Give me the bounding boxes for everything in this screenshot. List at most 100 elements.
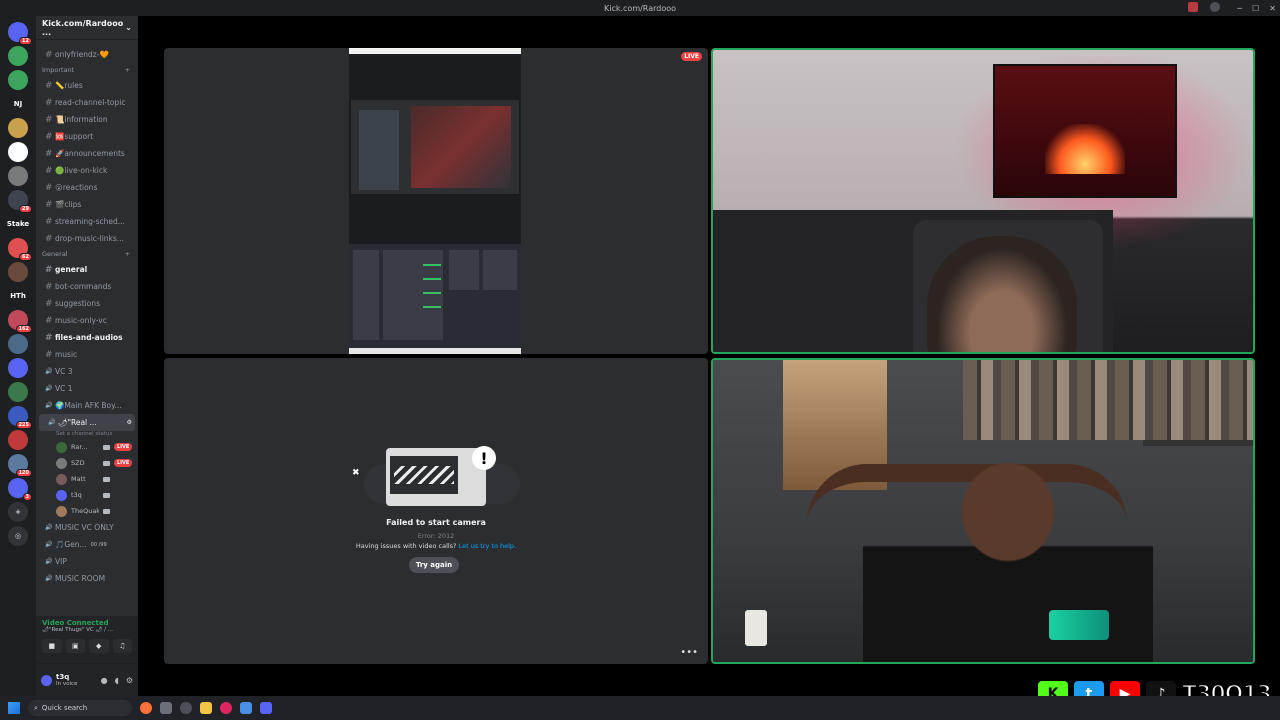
text-channel[interactable]: # 🎬clips <box>36 196 138 213</box>
add-channel-icon[interactable]: + <box>125 250 130 258</box>
server-icon[interactable] <box>8 166 28 186</box>
server-icon[interactable] <box>8 430 28 450</box>
close-icon[interactable]: ✕ <box>1269 4 1276 13</box>
text-channel[interactable]: # 🟢live-on-kick <box>36 162 138 179</box>
text-channel[interactable]: # read-channel-topic <box>36 94 138 111</box>
channel-name: VC 3 <box>55 367 73 376</box>
server-icon[interactable]: 12 <box>8 22 32 45</box>
firefox-icon[interactable] <box>140 702 152 714</box>
server-icon[interactable] <box>8 334 28 354</box>
speaker-icon: 🔊 <box>45 541 53 548</box>
text-channel[interactable]: # 📏rules <box>36 77 138 94</box>
server-icon[interactable] <box>8 70 28 90</box>
text-channel[interactable]: # 📜information <box>36 111 138 128</box>
guild-header[interactable]: Kick.com/Rardooo ... ⌄ <box>36 16 138 40</box>
text-channel[interactable]: # general <box>36 261 138 278</box>
server-icon[interactable]: HTh <box>8 286 28 306</box>
notepad-icon[interactable] <box>240 702 252 714</box>
maximize-icon[interactable]: ☐ <box>1252 4 1259 13</box>
hash-icon: # <box>45 264 53 275</box>
text-channel[interactable]: # bot-commands <box>36 278 138 295</box>
text-channel[interactable]: # streaming-sched... <box>36 213 138 230</box>
windows-start-icon[interactable] <box>8 702 20 714</box>
voice-user[interactable]: TheQuakeM... <box>36 503 138 519</box>
text-channel[interactable]: # files-and-audios <box>36 329 138 346</box>
server-icon[interactable]: NJ <box>8 94 28 114</box>
voice-channel[interactable]: 🔊 🌍Main AFK Boy... <box>36 397 138 414</box>
text-channel[interactable]: # onlyfriendz-🧡 <box>36 46 138 63</box>
server-icon[interactable] <box>8 358 28 378</box>
voice-channel[interactable]: 🔊 VC 3 <box>36 363 138 380</box>
voice-user[interactable]: t3q <box>36 487 138 503</box>
server-icon[interactable]: 162 <box>8 310 32 333</box>
text-channel[interactable]: # 🚀announcements <box>36 145 138 162</box>
gear-icon[interactable]: ⚙ <box>126 676 133 685</box>
server-rail: 12 NJ 29 Stake 62 HTh 162 225 120 3 + ◎ <box>0 16 36 696</box>
headphones-icon[interactable]: ◖ <box>115 676 119 685</box>
voice-channel[interactable]: 🔊 VC 1 <box>36 380 138 397</box>
title-bar: Kick.com/Rardooo ─ ☐ ✕ <box>0 0 1280 16</box>
more-options-icon[interactable]: ••• <box>680 647 698 658</box>
camera-icon <box>103 444 110 450</box>
server-icon[interactable]: Stake <box>7 214 29 234</box>
gear-icon[interactable]: ⚙ <box>127 419 135 426</box>
voice-user[interactable]: SZD LIVE <box>36 455 138 471</box>
server-icon[interactable] <box>8 118 28 138</box>
server-icon[interactable] <box>8 142 28 162</box>
app-icon[interactable] <box>220 702 232 714</box>
voice-user[interactable]: Matt <box>36 471 138 487</box>
taskbar-search[interactable]: ⌕ Quick search <box>28 700 132 716</box>
channel-name: VC 1 <box>55 384 73 393</box>
text-channel[interactable]: # music-only-vc <box>36 312 138 329</box>
inbox-icon[interactable] <box>1188 2 1198 12</box>
obs-icon[interactable] <box>180 702 192 714</box>
voice-channel[interactable]: 🔊 VIP <box>36 553 138 570</box>
screen-share-icon: ▣ <box>71 642 79 650</box>
screen-share-button[interactable]: ▣ <box>65 639 85 653</box>
camera-button[interactable]: ■ <box>42 639 62 653</box>
text-channel[interactable]: # drop-music-links... <box>36 230 138 247</box>
text-channel[interactable]: # suggestions <box>36 295 138 312</box>
camera-tile-rardooo[interactable] <box>711 48 1255 354</box>
channel-name: 🌍Main AFK Boy... <box>55 401 122 410</box>
text-channel[interactable]: # music <box>36 346 138 363</box>
server-icon[interactable] <box>8 382 28 402</box>
minimize-icon[interactable]: ─ <box>1237 4 1242 13</box>
server-icon[interactable]: 29 <box>8 190 32 213</box>
soundboard-button[interactable]: ♫ <box>112 639 132 653</box>
active-voice-channel[interactable]: 🔊 🌶"Real ... ⚙ <box>39 414 135 431</box>
add-server-icon[interactable]: + <box>8 502 28 522</box>
avatar[interactable] <box>41 674 52 686</box>
help-link[interactable]: Let us try to help. <box>459 542 517 550</box>
server-icon[interactable] <box>8 46 28 66</box>
text-channel[interactable]: # 🆘support <box>36 128 138 145</box>
server-icon[interactable] <box>8 262 28 282</box>
camera-video <box>713 50 1253 352</box>
gamepad-icon: ◆ <box>96 642 102 650</box>
server-icon[interactable]: 120 <box>8 454 32 477</box>
help-icon[interactable] <box>1210 2 1220 12</box>
server-icon[interactable]: 225 <box>8 406 32 429</box>
add-channel-icon[interactable]: + <box>125 66 130 74</box>
voice-channel-name[interactable]: 🌶"Real Thugs" VC 🌶 / ... <box>42 627 132 633</box>
text-channel[interactable]: # 😮reactions <box>36 179 138 196</box>
server-icon[interactable]: 62 <box>8 238 32 261</box>
channel-name: onlyfriendz-🧡 <box>55 50 109 59</box>
activity-button[interactable]: ◆ <box>89 639 109 653</box>
camera-tile-szd[interactable] <box>711 358 1255 664</box>
microphone-icon[interactable]: ● <box>101 676 108 685</box>
category-general[interactable]: General + <box>36 247 138 261</box>
discover-icon[interactable]: ◎ <box>8 526 28 546</box>
try-again-button[interactable]: Try again <box>409 557 459 573</box>
voice-channel[interactable]: 🔊 🎵Gen... 00 /99 <box>36 536 138 553</box>
screen-share-tile[interactable]: LIVE <box>164 48 708 354</box>
server-icon[interactable]: 3 <box>8 478 32 501</box>
category-important[interactable]: Important + <box>36 63 138 77</box>
app-icon[interactable] <box>160 702 172 714</box>
folder-icon[interactable] <box>200 702 212 714</box>
discord-icon[interactable] <box>260 702 272 714</box>
voice-channel[interactable]: 🔊 MUSIC ROOM <box>36 570 138 587</box>
voice-user[interactable]: Rar... LIVE <box>36 439 138 455</box>
voice-channel[interactable]: 🔊 MUSIC VC ONLY <box>36 519 138 536</box>
channel-status[interactable]: Set a channel status <box>36 431 138 439</box>
